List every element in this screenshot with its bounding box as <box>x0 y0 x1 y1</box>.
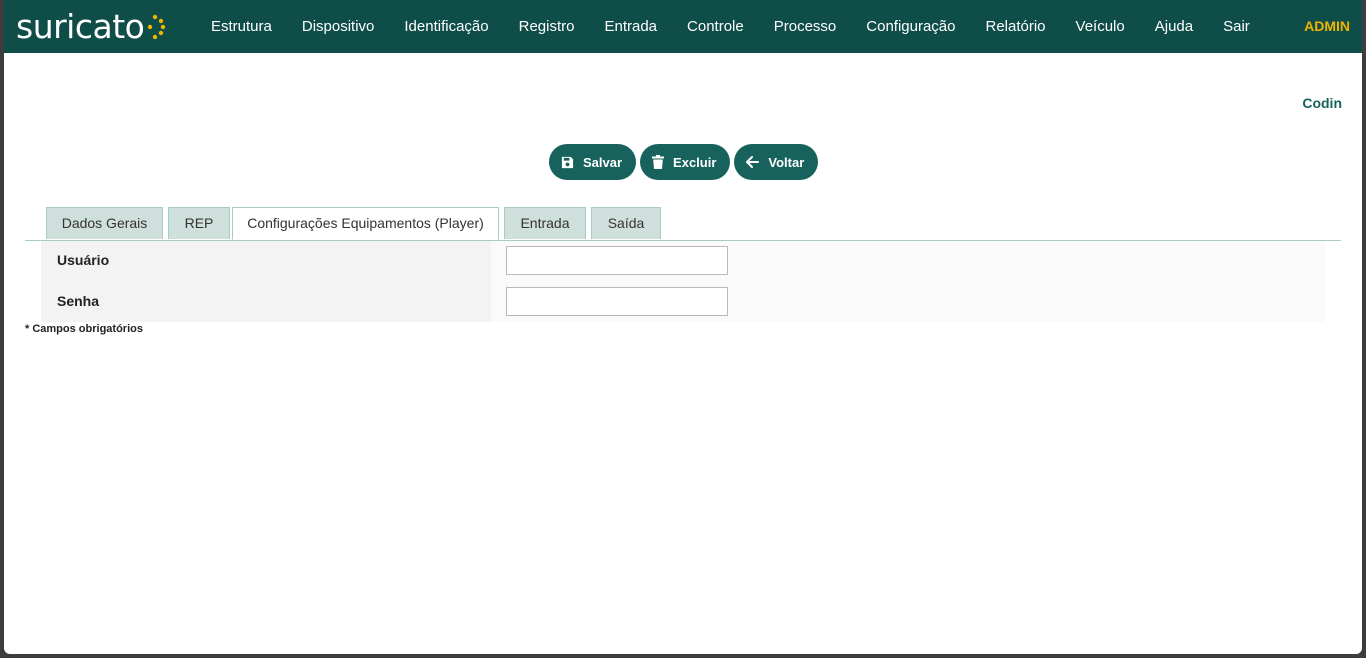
tab-configuracoes-equipamentos[interactable]: Configurações Equipamentos (Player) <box>232 207 499 240</box>
logo-dots-icon <box>148 14 166 40</box>
delete-button[interactable]: Excluir <box>640 144 731 180</box>
save-button[interactable]: Salvar <box>549 144 637 180</box>
player-settings-form: Usuário Senha <box>41 241 1325 322</box>
tab-rep[interactable]: REP <box>168 207 230 239</box>
main-nav: Estrutura Dispositivo Identificação Regi… <box>197 0 1265 53</box>
tab-entrada[interactable]: Entrada <box>504 207 586 239</box>
save-button-label: Salvar <box>583 154 623 170</box>
tab-bar: Dados Gerais REP Configurações Equipamen… <box>25 207 1341 241</box>
app-window: suricato Estrutura Dispositivo Identific… <box>4 0 1362 654</box>
tab-dados-gerais[interactable]: Dados Gerais <box>46 207 163 239</box>
nav-item-estrutura[interactable]: Estrutura <box>197 18 287 35</box>
user-menu[interactable]: ADMIN <box>1304 0 1350 53</box>
corner-label: Codin <box>1302 95 1342 111</box>
floppy-disk-icon <box>561 156 574 168</box>
senha-label: Senha <box>57 293 100 309</box>
logo-text: suricato <box>16 6 145 46</box>
tab-saida[interactable]: Saída <box>591 207 661 239</box>
nav-item-controle[interactable]: Controle <box>672 18 759 35</box>
suricato-logo[interactable]: suricato <box>16 4 166 48</box>
nav-item-processo[interactable]: Processo <box>759 18 852 35</box>
required-fields-note: * Campos obrigatórios <box>25 323 143 335</box>
back-button[interactable]: Voltar <box>734 144 819 180</box>
usuario-label: Usuário <box>57 252 110 268</box>
nav-item-entrada[interactable]: Entrada <box>589 18 672 35</box>
delete-button-label: Excluir <box>673 154 717 170</box>
action-toolbar: Salvar Excluir Voltar <box>549 144 819 180</box>
nav-item-identificacao[interactable]: Identificação <box>389 18 503 35</box>
nav-item-sair[interactable]: Sair <box>1208 18 1265 35</box>
nav-item-dispositivo[interactable]: Dispositivo <box>287 18 390 35</box>
nav-item-ajuda[interactable]: Ajuda <box>1140 18 1208 35</box>
trash-icon <box>652 155 665 169</box>
arrow-left-icon <box>746 156 760 168</box>
back-button-label: Voltar <box>768 154 805 170</box>
usuario-input[interactable] <box>506 246 728 275</box>
nav-item-registro[interactable]: Registro <box>504 18 590 35</box>
top-navbar: suricato Estrutura Dispositivo Identific… <box>4 0 1362 53</box>
senha-input[interactable] <box>506 287 728 316</box>
nav-item-veiculo[interactable]: Veículo <box>1061 18 1140 35</box>
nav-item-configuracao[interactable]: Configuração <box>851 18 970 35</box>
nav-item-relatorio[interactable]: Relatório <box>971 18 1061 35</box>
